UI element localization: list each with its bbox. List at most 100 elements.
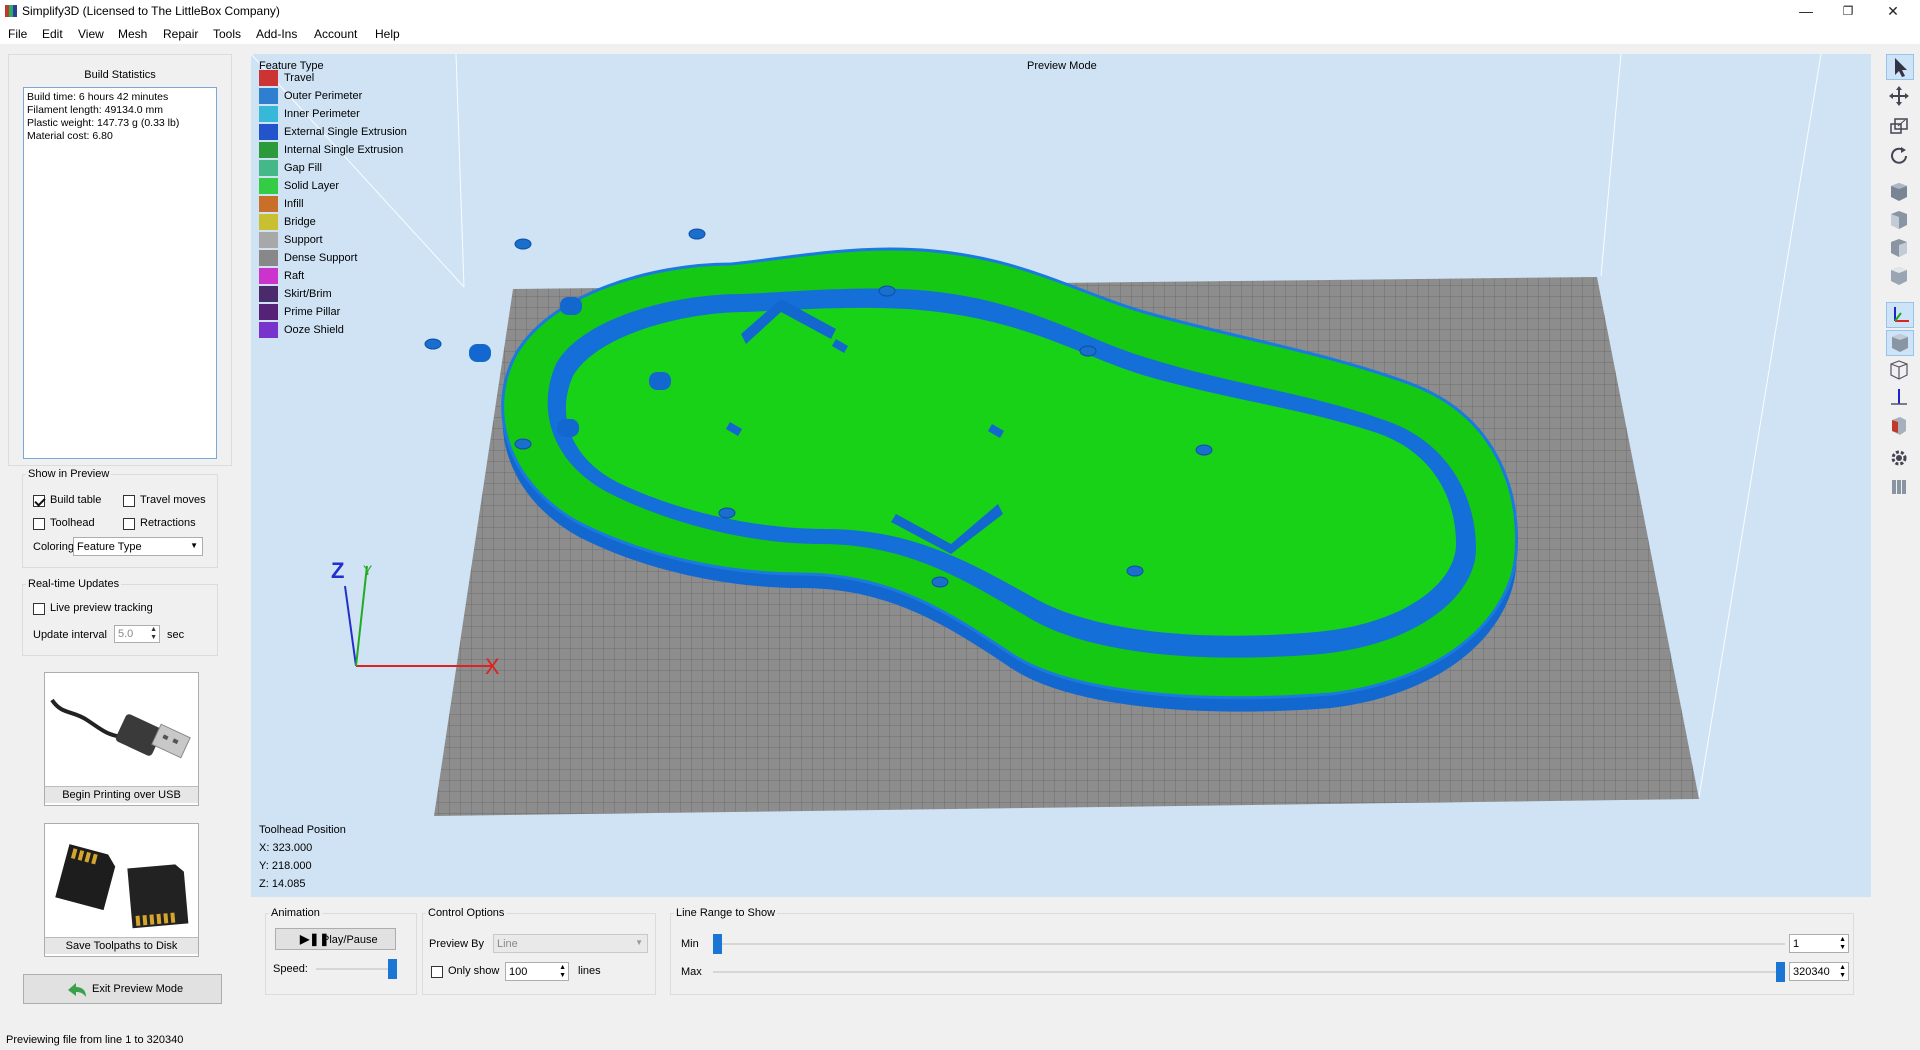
spinner-arrows-icon[interactable]: ▲ ▼ bbox=[559, 964, 566, 980]
save-toolpaths-label: Save Toolpaths to Disk bbox=[45, 937, 198, 954]
toolhead-checkbox[interactable] bbox=[33, 518, 45, 530]
menu-view[interactable]: View bbox=[78, 27, 104, 41]
toggle-axes-button[interactable] bbox=[1886, 302, 1914, 328]
build-statistics-text: Build time: 6 hours 42 minutes Filament … bbox=[23, 87, 217, 459]
max-line-input[interactable]: 320340 ▲ ▼ bbox=[1789, 962, 1849, 981]
legend-swatch bbox=[259, 250, 278, 266]
legend-label: Dense Support bbox=[284, 252, 358, 264]
supports-button[interactable] bbox=[1886, 474, 1914, 500]
animation-group: Animation ▶❚❚ Play/Pause Speed: bbox=[265, 907, 417, 995]
update-interval-unit: sec bbox=[167, 629, 185, 641]
toolhead-y: Y: 218.000 bbox=[259, 860, 312, 872]
cross-section-icon bbox=[1891, 389, 1907, 405]
update-interval-value: 5.0 bbox=[118, 628, 134, 640]
save-toolpaths-button[interactable]: Save Toolpaths to Disk bbox=[44, 823, 199, 957]
move-tool[interactable] bbox=[1886, 84, 1914, 110]
wireframe-view-button[interactable] bbox=[1886, 358, 1914, 384]
view-right-button[interactable] bbox=[1886, 236, 1914, 262]
min-slider-handle[interactable] bbox=[713, 934, 722, 954]
preview-by-label: Preview By bbox=[429, 938, 485, 950]
max-slider-handle[interactable] bbox=[1776, 962, 1785, 982]
exit-preview-button[interactable]: Exit Preview Mode bbox=[23, 974, 222, 1004]
menu-file[interactable]: File bbox=[8, 27, 27, 41]
app-logo-icon bbox=[5, 5, 17, 17]
min-label: Min bbox=[681, 938, 699, 950]
retractions-checkbox[interactable] bbox=[123, 518, 135, 530]
control-options-title: Control Options bbox=[426, 907, 507, 919]
settings-button[interactable] bbox=[1886, 446, 1914, 472]
rotate-tool[interactable] bbox=[1886, 144, 1914, 170]
build-time: Build time: 6 hours 42 minutes bbox=[27, 91, 169, 103]
max-slider-track[interactable] bbox=[713, 971, 1785, 973]
menu-account[interactable]: Account bbox=[314, 27, 357, 41]
menu-add-ins[interactable]: Add-Ins bbox=[256, 27, 297, 41]
menu-repair[interactable]: Repair bbox=[163, 27, 198, 41]
only-show-checkbox[interactable] bbox=[431, 966, 443, 978]
line-range-group: Line Range to Show Min 1 ▲ ▼ Max 320340 ▲… bbox=[670, 907, 1854, 995]
play-pause-button[interactable]: ▶❚❚ Play/Pause bbox=[275, 928, 396, 950]
restore-button[interactable]: ❐ bbox=[1828, 0, 1868, 24]
back-arrow-icon bbox=[68, 983, 86, 997]
view-iso-button[interactable] bbox=[1886, 180, 1914, 206]
cross-section-button[interactable] bbox=[1886, 386, 1914, 412]
sd-card-icon bbox=[55, 844, 189, 929]
show-in-preview-group: Show in Preview Build table Travel moves… bbox=[22, 468, 218, 568]
toolhead-z: Z: 14.085 bbox=[259, 878, 306, 890]
menu-mesh[interactable]: Mesh bbox=[118, 27, 147, 41]
minimize-button[interactable]: — bbox=[1786, 0, 1826, 24]
section-cube-icon bbox=[1892, 417, 1906, 435]
filament-length: Filament length: 49134.0 mm bbox=[27, 104, 163, 116]
solid-cube-icon bbox=[1892, 334, 1908, 352]
build-table-checkbox[interactable] bbox=[33, 495, 45, 507]
only-show-label: Only show bbox=[448, 965, 500, 977]
material-cost: Material cost: 6.80 bbox=[27, 130, 113, 142]
speed-slider-track[interactable] bbox=[316, 968, 390, 970]
play-pause-label: Play/Pause bbox=[322, 934, 378, 946]
support-pillars-icon bbox=[1892, 480, 1906, 494]
legend-swatch bbox=[259, 214, 278, 230]
preview-by-value: Line bbox=[497, 938, 518, 950]
menu-edit[interactable]: Edit bbox=[42, 27, 63, 41]
legend-swatch bbox=[259, 196, 278, 212]
preview-by-select[interactable]: Line ▼ bbox=[493, 934, 648, 953]
axes-icon bbox=[1894, 307, 1909, 322]
legend-swatch bbox=[259, 160, 278, 176]
preview-viewport[interactable]: Z Y X Preview Mode Feature Type Travel Ou… bbox=[251, 54, 1871, 897]
select-tool[interactable] bbox=[1886, 54, 1914, 80]
spinner-arrows-icon[interactable]: ▲ ▼ bbox=[1839, 936, 1846, 952]
scene-canvas bbox=[251, 54, 1822, 816]
update-interval-input[interactable]: 5.0 ▲ ▼ bbox=[114, 625, 160, 643]
spinner-arrows-icon[interactable]: ▲ ▼ bbox=[150, 626, 157, 642]
legend-label: Bridge bbox=[284, 216, 316, 228]
only-show-input[interactable]: 100 ▲ ▼ bbox=[505, 962, 569, 981]
plastic-weight: Plastic weight: 147.73 g (0.33 lb) bbox=[27, 117, 180, 129]
begin-printing-usb-button[interactable]: Begin Printing over USB bbox=[44, 672, 199, 806]
legend-label: Internal Single Extrusion bbox=[284, 144, 404, 156]
close-button[interactable]: ✕ bbox=[1873, 0, 1913, 24]
line-range-title: Line Range to Show bbox=[674, 907, 778, 919]
min-line-input[interactable]: 1 ▲ ▼ bbox=[1789, 934, 1849, 953]
speed-slider-handle[interactable] bbox=[388, 959, 397, 979]
min-slider-track[interactable] bbox=[713, 943, 1785, 945]
coloring-select[interactable]: Feature Type ▼ bbox=[73, 537, 203, 556]
travel-moves-checkbox[interactable] bbox=[123, 495, 135, 507]
chevron-down-icon: ▼ bbox=[635, 938, 643, 947]
toolhead-title: Toolhead Position bbox=[259, 824, 346, 836]
menu-help[interactable]: Help bbox=[375, 27, 400, 41]
scale-tool[interactable] bbox=[1886, 114, 1914, 140]
gear-icon bbox=[1891, 450, 1907, 466]
preview-mode-label: Preview Mode bbox=[1027, 60, 1097, 72]
legend-label: Raft bbox=[284, 270, 305, 282]
view-top-button[interactable] bbox=[1886, 264, 1914, 290]
spinner-arrows-icon[interactable]: ▲ ▼ bbox=[1839, 964, 1846, 980]
title-bar: Simplify3D (Licensed to The LittleBox Co… bbox=[0, 0, 1920, 24]
section-plane-button[interactable] bbox=[1886, 414, 1914, 440]
menu-tools[interactable]: Tools bbox=[213, 27, 241, 41]
rotate-icon bbox=[1891, 147, 1907, 164]
usb-cable-icon bbox=[50, 698, 191, 759]
view-front-button[interactable] bbox=[1886, 208, 1914, 234]
cube-top-icon bbox=[1891, 267, 1907, 285]
solid-view-button[interactable] bbox=[1886, 330, 1914, 356]
live-tracking-checkbox[interactable] bbox=[33, 603, 45, 615]
legend-label: Gap Fill bbox=[284, 162, 322, 174]
